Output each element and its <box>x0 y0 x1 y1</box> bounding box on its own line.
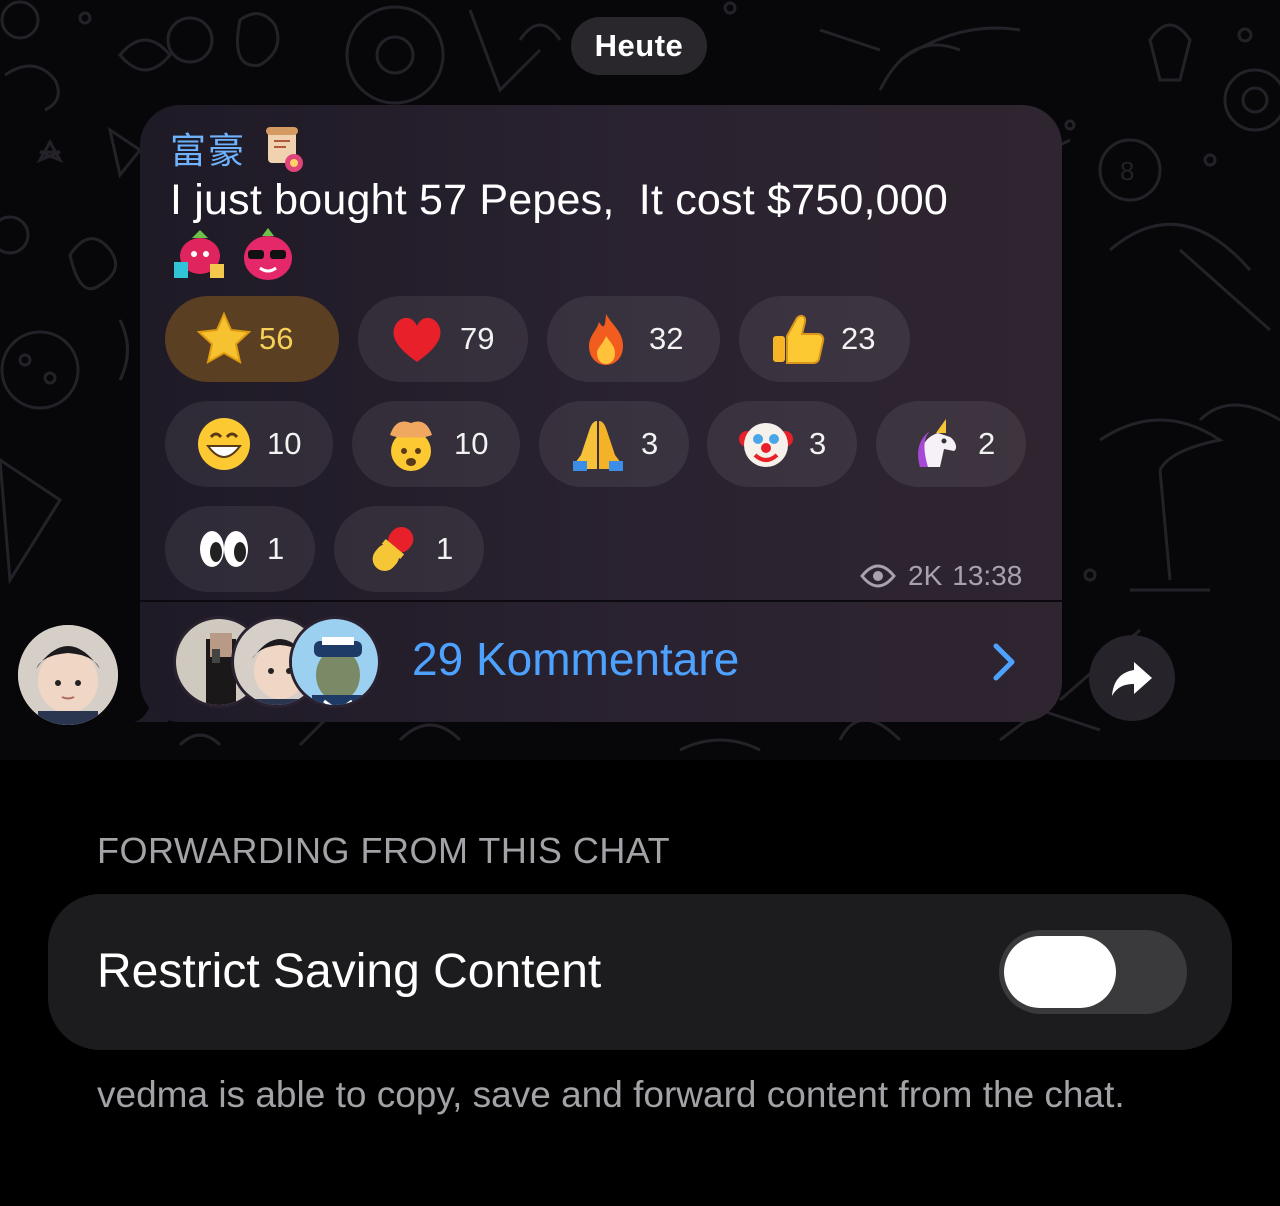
thumbs-up-icon <box>773 314 825 364</box>
reaction-count: 2 <box>978 426 996 461</box>
chevron-right-icon <box>993 643 1015 681</box>
comments-count-label: 29 Kommentare <box>412 633 740 685</box>
eyes-icon <box>200 531 248 567</box>
reaction-count: 1 <box>267 531 285 566</box>
reaction-count: 32 <box>649 321 684 356</box>
pitaya-sunglasses-icon <box>244 228 292 280</box>
restrict-saving-footnote: vedma is able to copy, save and forward … <box>97 1074 1125 1115</box>
fire-icon <box>589 314 623 365</box>
chat-background: 8 Heute 富豪 I just bought 57 Pepes, It co… <box>0 0 1280 760</box>
date-separator: Heute <box>571 17 707 75</box>
commenter-avatars <box>173 616 383 708</box>
reaction-grinning-face[interactable]: 10 <box>165 401 333 487</box>
reaction-count: 56 <box>259 321 294 356</box>
view-count: 2K <box>908 560 943 591</box>
reaction-thumbs-up[interactable]: 23 <box>739 296 910 382</box>
reaction-clown-face[interactable]: 3 <box>707 401 857 487</box>
comments-button[interactable]: 29 Kommentare <box>140 602 1062 722</box>
scroll-emoji-icon <box>266 127 304 172</box>
svg-text:8: 8 <box>1120 156 1134 186</box>
red-heart-icon <box>393 317 441 362</box>
reaction-pill[interactable]: 1 <box>334 506 484 592</box>
unicorn-icon <box>918 419 957 467</box>
reaction-count: 3 <box>809 426 827 461</box>
reaction-count: 10 <box>267 426 302 461</box>
exploding-head-icon <box>390 421 432 471</box>
pill-icon <box>372 527 414 571</box>
reaction-exploding-head[interactable]: 10 <box>352 401 520 487</box>
reaction-eyes[interactable]: 1 <box>165 506 315 592</box>
custom-emoji-icons <box>174 228 292 280</box>
reaction-count: 1 <box>436 531 454 566</box>
author-name: 富豪 <box>170 131 247 172</box>
reaction-heart[interactable]: 79 <box>358 296 528 382</box>
folded-hands-icon <box>573 421 623 471</box>
restrict-saving-label: Restrict Saving Content <box>97 945 602 998</box>
reaction-count: 23 <box>841 321 876 356</box>
forward-button[interactable] <box>1089 635 1175 721</box>
reaction-fire[interactable]: 32 <box>547 296 720 382</box>
message-author[interactable]: 富豪 <box>170 122 306 174</box>
restrict-saving-toggle[interactable] <box>999 930 1187 1014</box>
reaction-count: 79 <box>460 321 495 356</box>
share-arrow-icon <box>1112 662 1152 696</box>
commenter-avatar <box>289 616 381 708</box>
toggle-knob <box>1004 936 1116 1008</box>
clown-face-icon <box>739 423 793 467</box>
reaction-unicorn[interactable]: 2 <box>876 401 1026 487</box>
grinning-face-icon <box>198 418 250 470</box>
eye-icon <box>860 564 896 588</box>
sender-avatar[interactable] <box>18 625 118 725</box>
message-meta: 2K 13:38 <box>860 558 1022 594</box>
reaction-count: 3 <box>641 426 659 461</box>
star-icon <box>196 311 252 364</box>
message-text: I just bought 57 Pepes, It cost $750,000 <box>170 176 948 224</box>
restrict-saving-row[interactable]: Restrict Saving Content <box>48 894 1232 1050</box>
pitaya-shopping-icon <box>174 230 224 278</box>
reaction-folded-hands[interactable]: 3 <box>539 401 689 487</box>
section-header: FORWARDING FROM THIS CHAT <box>97 830 671 871</box>
reaction-count: 10 <box>454 426 489 461</box>
reaction-star[interactable]: 56 <box>165 296 339 382</box>
message-time: 13:38 <box>952 560 1023 591</box>
